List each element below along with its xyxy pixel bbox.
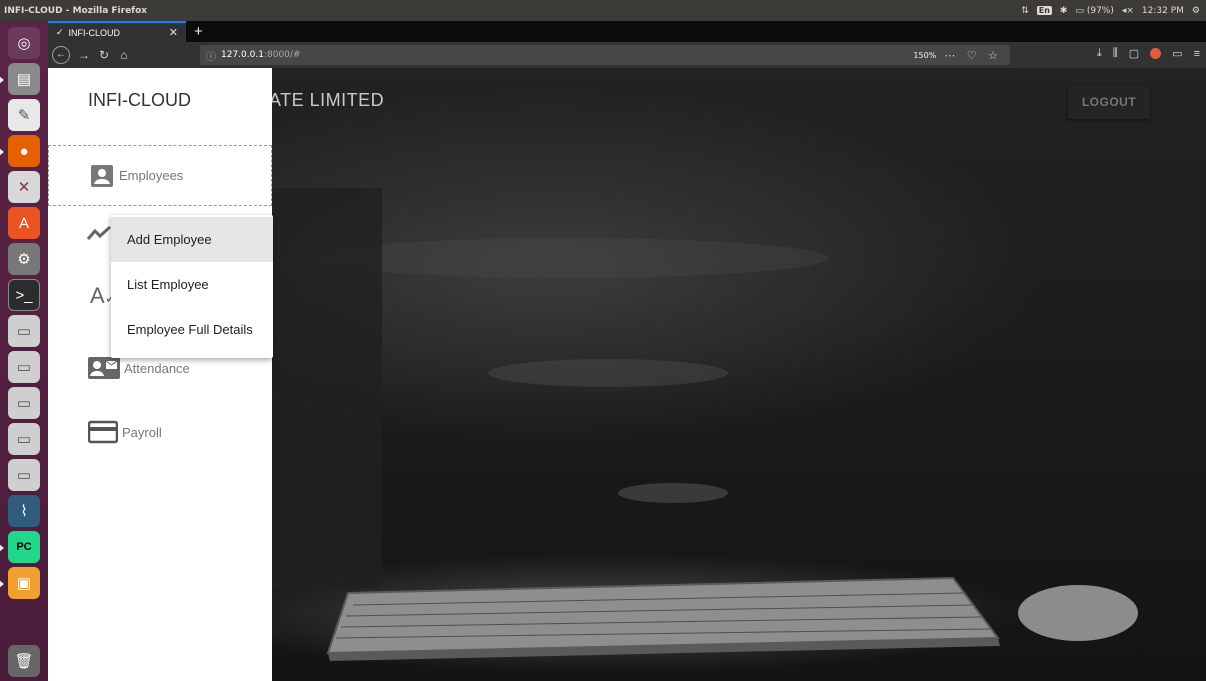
contact-mail-icon [88,355,120,381]
drive-icon[interactable]: ▭ [8,459,40,491]
extension-icon[interactable] [1150,48,1162,59]
url-host: 127.0.0.1 [221,50,264,60]
file-cabinet-icon[interactable]: ▤ [0,63,40,95]
drive-icon[interactable]: ▭ [8,387,40,419]
trash-icon[interactable]: 🗑 [8,645,40,677]
screenshot-icon[interactable]: ▭ [1172,47,1182,60]
system-top-panel: INFI-CLOUD - Mozilla Firefox ⇅ En ✱ ▭ (9… [0,0,1206,21]
browser-tab[interactable]: ✓ INFI-CLOUD ✕ [48,21,186,42]
drive-icon[interactable]: ▭ [8,423,40,455]
library-icon[interactable]: ⫼ [1113,47,1118,60]
pycharm-icon[interactable]: PC [0,531,40,563]
new-tab-button[interactable]: + [186,21,211,42]
url-bar[interactable]: ⓘ 127.0.0.1:8000/# 150% ⋯ ♡ ☆ [200,45,1010,65]
tab-favicon-icon: ✓ [56,27,64,37]
home-button[interactable]: ⌂ [114,48,134,62]
forward-button[interactable]: → [74,48,94,62]
settings-gear-icon[interactable]: ⚙ [1192,6,1200,16]
menu-item-list-employee[interactable]: List Employee [111,262,273,307]
person-icon [89,163,115,189]
credit-card-icon [88,419,118,445]
toolbar-right: ⤓ ⫼ ▢ ▭ ≡ [1097,47,1200,60]
volume-icon[interactable]: ◂× [1122,6,1134,16]
web-page: ATE LIMITED LOGOUT INFI-CLOUD Employees … [48,68,1206,681]
employees-dropdown-menu: Add Employee List Employee Employee Full… [111,215,273,358]
zoom-level[interactable]: 150% [913,51,944,60]
database-icon[interactable]: ⌇ [8,495,40,527]
url-path: :8000/# [263,50,301,60]
menu-icon[interactable]: ≡ [1194,48,1200,60]
presentation-icon[interactable]: ✕ [8,171,40,203]
launcher: ◎ ▤ ✎ ● ✕ A ⚙ >_ ▭ ▭ ▭ ▭ ▭ ⌇ PC ▣ 🗑 [0,21,48,681]
side-drawer: INFI-CLOUD Employees A✓ Attendance [48,68,272,681]
battery-indicator[interactable]: ▭ (97%) [1075,6,1113,16]
sidebar-icon[interactable]: ▢ [1129,47,1139,60]
tab-title: INFI-CLOUD [68,27,121,38]
logout-button[interactable]: LOGOUT [1068,85,1150,119]
terminal-icon[interactable]: >_ [8,279,40,311]
software-center-icon[interactable]: A [8,207,40,239]
text-editor-icon[interactable]: ✎ [8,99,40,131]
browser-toolbar: ← → ↻ ⌂ ⓘ 127.0.0.1:8000/# 150% ⋯ ♡ ☆ ⤓ … [48,42,1206,68]
battery-percent: (97%) [1086,5,1114,16]
page-actions-icon[interactable]: ⋯ ♡ ☆ [944,49,1010,62]
nav-label-payroll: Payroll [122,424,162,440]
window-title: INFI-CLOUD - Mozilla Firefox [4,5,148,16]
bluetooth-icon[interactable]: ✱ [1060,6,1068,16]
reload-button[interactable]: ↻ [94,48,114,62]
browser-tab-strip: ✓ INFI-CLOUD ✕ + [48,21,1206,42]
nav-item-attendance[interactable]: Attendance [88,355,190,381]
nav-label-employees: Employees [119,168,184,183]
menu-item-add-employee[interactable]: Add Employee [111,217,273,262]
drive-icon[interactable]: ▭ [8,351,40,383]
nav-label-attendance: Attendance [124,360,190,376]
system-settings-icon[interactable]: ⚙ [8,243,40,275]
menu-item-employee-full-details[interactable]: Employee Full Details [111,307,273,352]
trending-icon [86,225,112,247]
download-icon[interactable]: ⤓ [1097,47,1102,60]
impress-icon[interactable]: ▣ [0,567,40,599]
dash-home-icon[interactable]: ◎ [8,27,40,59]
page-title: ATE LIMITED [269,90,385,110]
nav-item-employees[interactable]: Employees [48,145,272,206]
network-icon[interactable]: ⇅ [1021,6,1029,16]
keyboard-layout-indicator[interactable]: En [1036,6,1052,15]
nav-item-analytics[interactable] [86,223,112,248]
drive-icon[interactable]: ▭ [8,315,40,347]
system-indicators: ⇅ En ✱ ▭ (97%) ◂× 12:32 PM ⚙ [1021,6,1206,16]
close-tab-icon[interactable]: ✕ [169,26,178,39]
clock[interactable]: 12:32 PM [1142,6,1184,16]
brand-title: INFI-CLOUD [88,90,191,110]
firefox-icon[interactable]: ● [0,135,40,167]
back-button[interactable]: ← [52,46,70,64]
site-info-icon[interactable]: ⓘ [206,48,216,63]
nav-item-payroll[interactable]: Payroll [88,419,162,445]
